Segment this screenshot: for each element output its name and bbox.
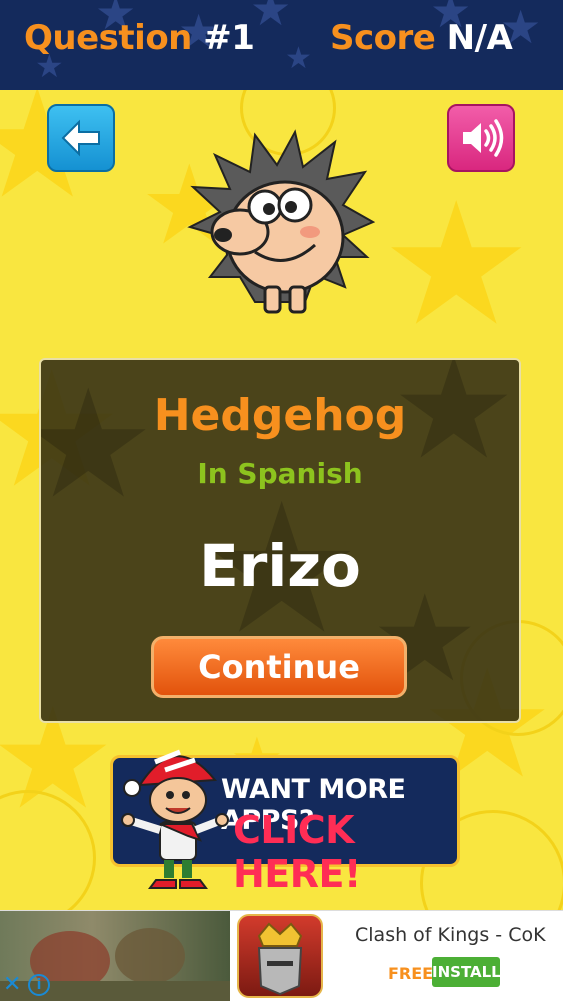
hedgehog-illustration [187, 129, 375, 314]
ad-app-icon[interactable] [237, 914, 323, 998]
ad-banner[interactable]: Clash of Kings - CoK FREE INSTALL ✕ i [0, 910, 563, 1001]
language-label: In Spanish [197, 457, 363, 490]
score-label: Score [330, 18, 436, 58]
ad-title: Clash of Kings - CoK [355, 924, 546, 946]
sound-button[interactable] [447, 104, 515, 172]
ad-info-icon[interactable]: i [28, 974, 50, 996]
ad-install-button[interactable]: INSTALL [432, 957, 501, 987]
question-number: #1 [203, 18, 255, 58]
translated-word: Erizo [199, 532, 361, 600]
answer-card: ★ ★ ★ ★ Hedgehog In Spanish Erizo Contin… [39, 358, 521, 723]
ad-price-label: FREE [388, 964, 434, 983]
decorative-star-icon: ★ [285, 41, 312, 76]
back-button[interactable] [47, 104, 115, 172]
continue-button[interactable]: Continue [151, 636, 407, 698]
score-value: N/A [446, 18, 513, 58]
question-counter: Question #1 [24, 18, 255, 58]
ad-close-icon[interactable]: ✕ [3, 974, 21, 996]
background-star-icon: ★ [380, 166, 533, 364]
elf-mascot-illustration [121, 749, 229, 889]
decorative-star-icon: ★ [250, 0, 292, 36]
english-word: Hedgehog [153, 390, 407, 441]
score-display: Score N/A [330, 18, 513, 58]
promo-line2: CLICK HERE! [233, 808, 361, 896]
arrow-left-icon [61, 119, 100, 157]
top-bar: ★ ★ ★ ★ ★ ★ ★ Question #1 Score N/A [0, 0, 563, 90]
question-label: Question [24, 18, 192, 58]
speaker-icon [463, 119, 504, 157]
